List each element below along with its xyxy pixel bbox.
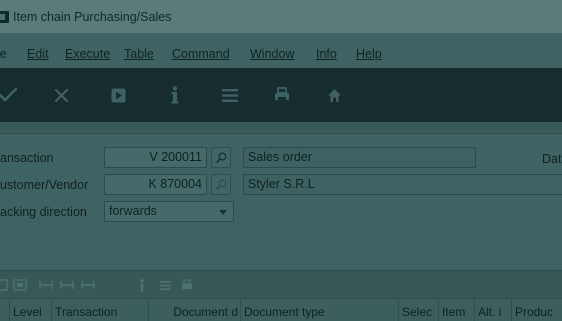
column-header-transaction[interactable]: Transaction (52, 299, 149, 321)
transaction-label: ansaction (0, 151, 54, 165)
tracking-direction-label: acking direction (0, 205, 87, 219)
collapse-icon[interactable] (12, 277, 28, 293)
menu-execute[interactable]: Execute (65, 47, 110, 61)
customer-vendor-label: ustomer/Vendor (0, 178, 89, 192)
expand-right-icon[interactable] (80, 277, 96, 293)
menu-table[interactable]: Table (124, 47, 154, 61)
menu-help[interactable]: Help (356, 47, 382, 61)
menu-edit[interactable]: Edit (27, 47, 49, 61)
column-header-selection[interactable]: Selec (399, 299, 439, 321)
customer-lookup-button[interactable] (211, 174, 231, 195)
column-header-item[interactable]: Item (439, 299, 475, 321)
grid-icon[interactable] (0, 277, 10, 293)
menu-file[interactable]: le (0, 47, 7, 61)
app-icon (0, 11, 9, 23)
toolbar-separator (0, 122, 562, 134)
customer-vendor-field[interactable]: K 870004 (104, 174, 207, 195)
column-header-document-date[interactable]: Document d (149, 299, 241, 321)
menu-icon[interactable] (157, 277, 173, 293)
close-icon[interactable] (43, 68, 79, 122)
transaction-description: Sales order (243, 147, 476, 168)
column-header-select[interactable] (0, 299, 10, 321)
tracking-direction-value: forwards (109, 204, 157, 218)
info-icon[interactable] (157, 68, 193, 122)
check-icon[interactable] (0, 68, 26, 122)
column-header-level[interactable]: Level (10, 299, 52, 321)
grid-toolbar (0, 270, 562, 298)
menu-command[interactable]: Command (172, 47, 230, 61)
expand-left-icon[interactable] (38, 277, 54, 293)
expand-both-icon[interactable] (59, 277, 75, 293)
play-icon[interactable] (100, 68, 136, 122)
column-header-alt-item[interactable]: Alt. i (475, 299, 512, 321)
tracking-direction-select[interactable]: forwards (104, 201, 234, 222)
menu-icon[interactable] (212, 68, 248, 122)
menu-bar: le Edit Execute Table Command Window Inf… (0, 44, 562, 64)
print-icon[interactable] (179, 277, 195, 293)
home-icon[interactable] (316, 68, 352, 122)
column-header-document-type[interactable]: Document type (241, 299, 399, 321)
grid-header: Level Transaction Document d Document ty… (0, 298, 562, 321)
customer-vendor-description: Styler S.R.L (243, 174, 562, 195)
info-icon[interactable] (134, 277, 150, 293)
column-header-product[interactable]: Produc (512, 299, 562, 321)
chevron-down-icon (219, 210, 227, 215)
print-icon[interactable] (264, 68, 300, 122)
transaction-lookup-button[interactable] (211, 147, 231, 168)
search-icon (215, 152, 226, 163)
transaction-field[interactable]: V 200011 (104, 147, 207, 168)
menu-info[interactable]: Info (316, 47, 337, 61)
date-label: Dat (542, 152, 562, 166)
title-bar: Item chain Purchasing/Sales (0, 0, 562, 33)
menu-window[interactable]: Window (250, 47, 294, 61)
main-toolbar (0, 68, 562, 122)
window-title: Item chain Purchasing/Sales (13, 10, 172, 24)
search-icon (215, 179, 226, 190)
